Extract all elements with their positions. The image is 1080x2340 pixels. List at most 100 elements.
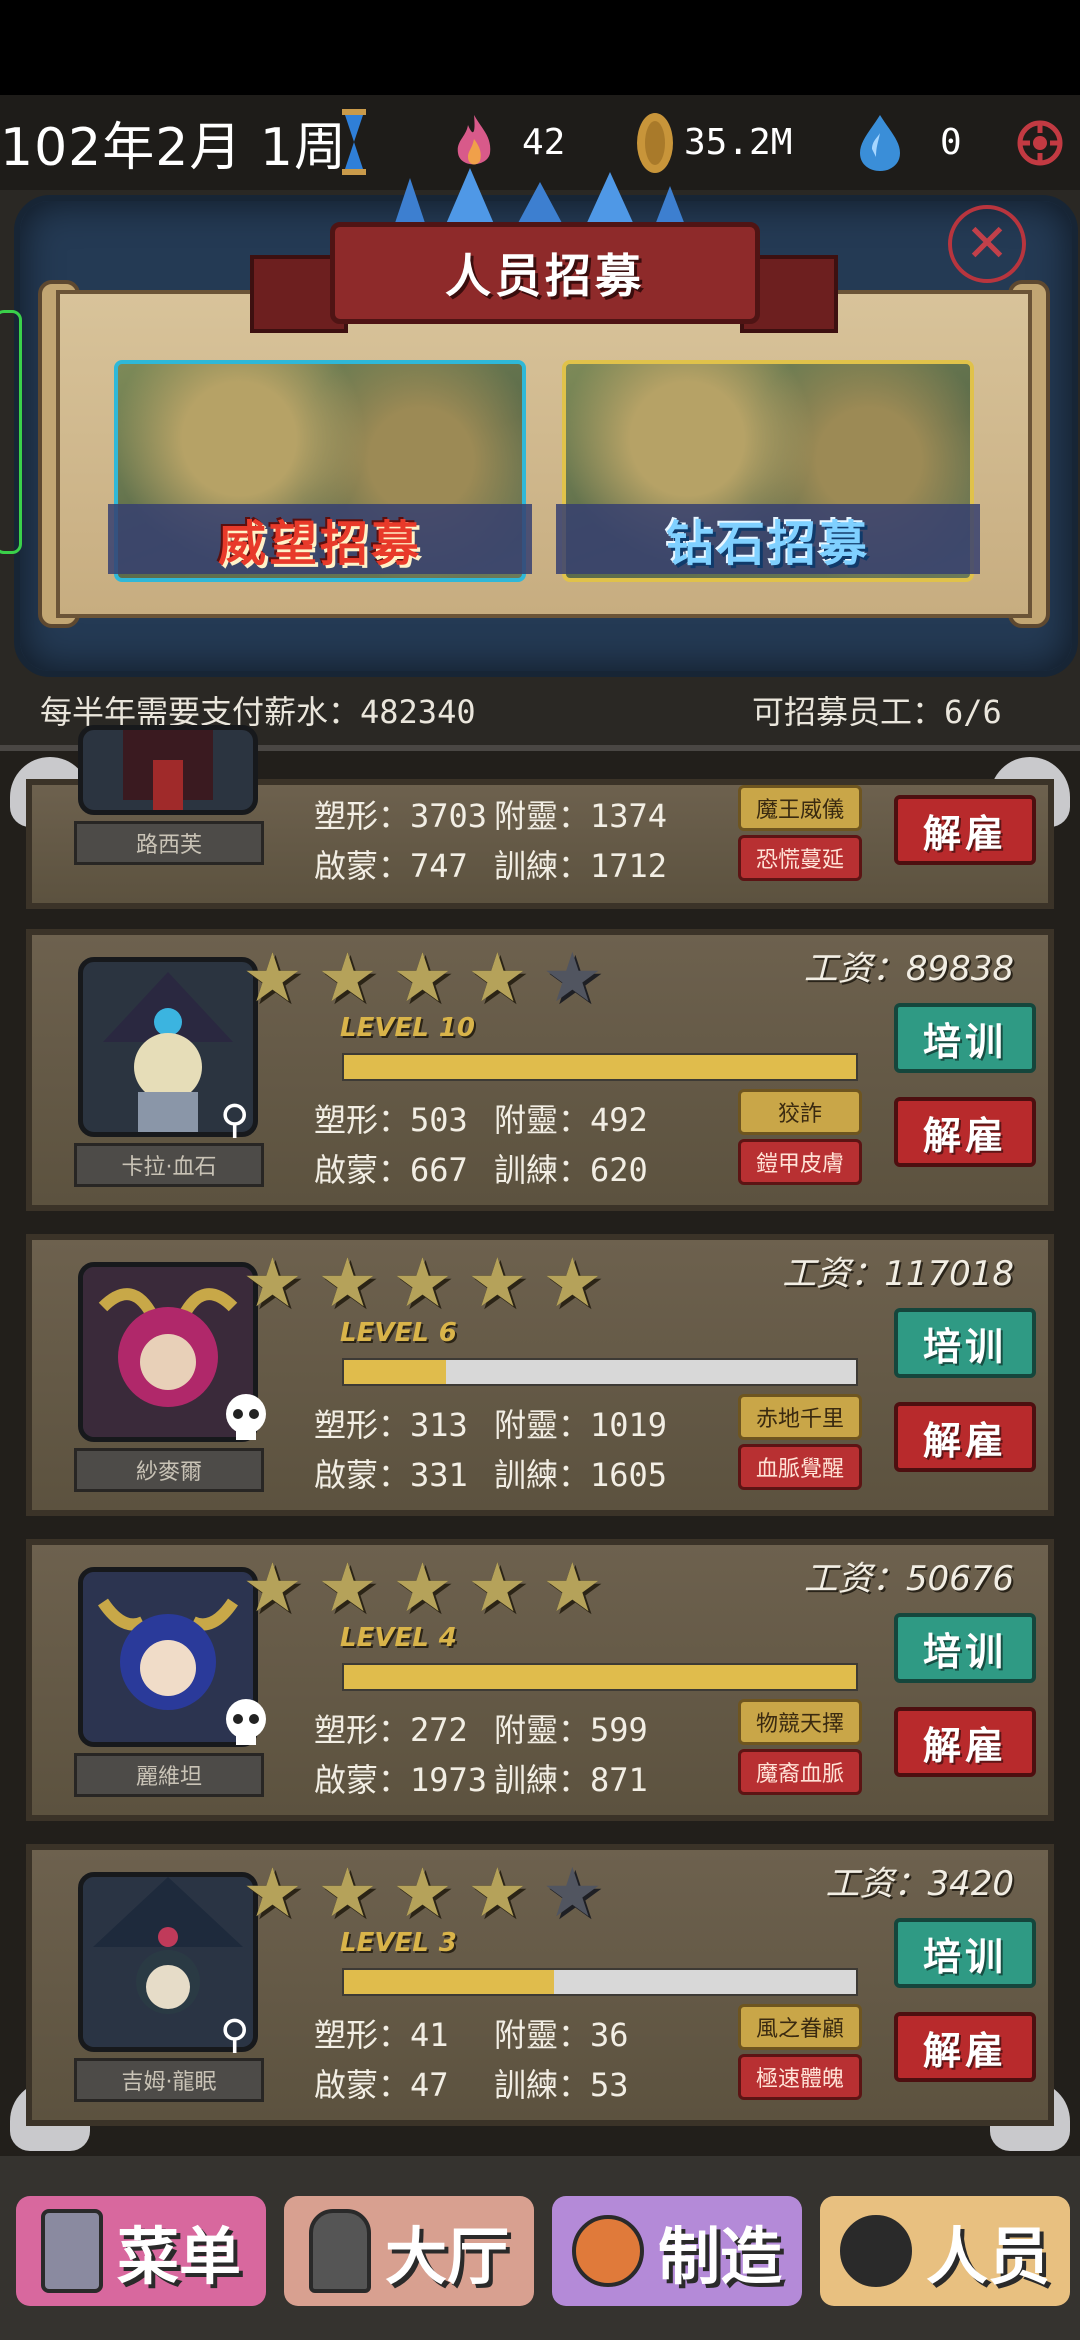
- book-icon: [40, 2209, 103, 2293]
- level-label: LEVEL 6: [340, 1318, 457, 1348]
- tab-menu-label: 菜单: [116, 2220, 241, 2293]
- star-filled-icon: ★: [316, 1549, 378, 1628]
- stat-attach: 附靈：1374: [494, 797, 668, 835]
- star-filled-icon: ★: [242, 1244, 303, 1323]
- fire-button[interactable]: 解雇: [894, 1707, 1036, 1777]
- staff-name: 吉姆·龍眠: [74, 2058, 264, 2102]
- train-button[interactable]: 培训: [894, 1308, 1036, 1378]
- tab-menu[interactable]: 菜单: [16, 2196, 266, 2306]
- coin-icon: [637, 112, 673, 173]
- level-number: 6: [438, 1318, 457, 1348]
- fire-button[interactable]: 解雇: [894, 2012, 1036, 2082]
- level-progress-fill: [344, 1360, 447, 1384]
- train-button[interactable]: 培训: [894, 1918, 1036, 1988]
- person-icon: [839, 2215, 912, 2287]
- trait-badge[interactable]: 血脈覺醒: [738, 1444, 862, 1490]
- stat-enlighten: 啟蒙：47: [314, 2066, 449, 2104]
- salary-text: 工资：3420: [825, 1864, 1014, 1904]
- trait-badge[interactable]: 物競天擇: [738, 1699, 862, 1745]
- trait-badge[interactable]: 赤地千里: [738, 1394, 862, 1440]
- tab-craft-label: 制造: [657, 2220, 782, 2293]
- trait-badge[interactable]: 鎧甲皮膚: [738, 1139, 862, 1185]
- tab-staff-label: 人员: [925, 2220, 1050, 2293]
- game-date: 102年2月 1周: [0, 118, 347, 178]
- fire-button[interactable]: 解雇: [894, 1402, 1036, 1472]
- star-rating: ★ ★ ★ ★ ★: [242, 1250, 603, 1318]
- diamond-recruit-label: 钻石招募: [556, 504, 980, 574]
- staff-name: 路西芙: [74, 821, 264, 865]
- level-label: LEVEL 10: [340, 1013, 475, 1043]
- stat-train: 訓練：53: [494, 2066, 629, 2104]
- stat-attach: 附靈：36: [494, 2016, 629, 2054]
- staff-row[interactable]: ⚲ 卡拉·血石 ★ ★ ★ ★ ★ LEVEL 10 塑形：503 附靈：492 啟蒙：6…: [26, 929, 1054, 1211]
- train-button[interactable]: 培训: [894, 1003, 1036, 1073]
- system-status-bar: [0, 0, 1080, 95]
- star-filled-icon: ★: [466, 939, 528, 1018]
- staff-row[interactable]: 紗麥爾 ★ ★ ★ ★ ★ LEVEL 6 塑形：313 附靈：1019 啟蒙：331 訓…: [26, 1234, 1054, 1516]
- fire-button[interactable]: 解雇: [894, 795, 1036, 865]
- side-tab[interactable]: [0, 310, 22, 554]
- magnifier-icon[interactable]: ⚲: [220, 2012, 249, 2058]
- recruit-title: 人员招募: [330, 222, 760, 324]
- salary-text: 工资：50676: [803, 1559, 1014, 1599]
- close-icon: ✕: [965, 214, 1009, 274]
- fire-button[interactable]: 解雇: [894, 1097, 1036, 1167]
- settings-gear-icon[interactable]: [1016, 119, 1064, 167]
- stat-train: 訓練：620: [494, 1151, 648, 1189]
- level-number: 4: [438, 1623, 457, 1653]
- tab-craft[interactable]: 制造: [552, 2196, 802, 2306]
- stat-shape: 塑形：41: [314, 2016, 449, 2054]
- level-text: LEVEL: [340, 1013, 429, 1043]
- diamond-recruit-card[interactable]: 钻石招募: [556, 360, 980, 582]
- capacity-info: 可招募员工：6/6: [752, 693, 1002, 731]
- stat-train: 訓練：1712: [494, 847, 668, 885]
- level-label: LEVEL 3: [340, 1928, 457, 1958]
- staff-avatar: [78, 725, 258, 815]
- level-progress-bar: [342, 1053, 858, 1081]
- door-icon: [308, 2209, 371, 2293]
- skull-icon[interactable]: [218, 1695, 274, 1751]
- level-text: LEVEL: [340, 1623, 429, 1653]
- staff-list[interactable]: 路西芙 塑形：3703 附靈：1374 啟蒙：747 訓練：1712 魔王威儀 …: [0, 725, 1080, 2162]
- star-filled-icon: ★: [316, 1854, 378, 1933]
- trait-badge[interactable]: 極速體魄: [738, 2054, 862, 2100]
- close-button[interactable]: ✕: [948, 205, 1026, 283]
- level-text: LEVEL: [340, 1928, 429, 1958]
- trait-badge[interactable]: 狡詐: [738, 1089, 862, 1135]
- level-progress-bar: [342, 1663, 858, 1691]
- flame-count: 42: [522, 122, 566, 163]
- water-drop-icon: [860, 114, 900, 171]
- star-filled-icon: ★: [466, 1549, 528, 1628]
- star-filled-icon: ★: [541, 1244, 603, 1323]
- stat-attach: 附靈：492: [494, 1101, 648, 1139]
- staff-row[interactable]: 麗維坦 ★ ★ ★ ★ ★ LEVEL 4 塑形：272 附靈：599 啟蒙：1973 訓…: [26, 1539, 1054, 1821]
- tab-hall[interactable]: 大厅: [284, 2196, 534, 2306]
- trait-badge[interactable]: 風之眷顧: [738, 2004, 862, 2050]
- hourglass-icon[interactable]: [340, 107, 368, 177]
- train-button[interactable]: 培训: [894, 1613, 1036, 1683]
- star-rating: ★ ★ ★ ★ ★: [242, 1555, 603, 1623]
- trait-badge[interactable]: 魔裔血脈: [738, 1749, 862, 1795]
- staff-name: 卡拉·血石: [74, 1143, 264, 1187]
- flame-icon: [457, 114, 491, 164]
- staff-name: 麗維坦: [74, 1753, 264, 1797]
- level-number: 3: [438, 1928, 457, 1958]
- level-progress-fill: [344, 1970, 554, 1994]
- trait-badge[interactable]: 魔王威儀: [738, 785, 862, 831]
- level-number: 10: [438, 1013, 475, 1043]
- tab-staff[interactable]: 人员: [820, 2196, 1070, 2306]
- trait-badge[interactable]: 恐慌蔓延: [738, 835, 862, 881]
- drop-count: 0: [940, 122, 962, 163]
- level-progress-fill: [344, 1665, 856, 1689]
- staff-row[interactable]: ⚲ 吉姆·龍眠 ★ ★ ★ ★ ★ LEVEL 3 塑形：41 附靈：36 啟蒙：47 訓…: [26, 1844, 1054, 2126]
- star-filled-icon: ★: [466, 1244, 528, 1323]
- stat-enlighten: 啟蒙：747: [314, 847, 468, 885]
- prestige-recruit-card[interactable]: 威望招募: [108, 360, 532, 582]
- star-filled-icon: ★: [541, 1549, 603, 1628]
- staff-row[interactable]: 路西芙 塑形：3703 附靈：1374 啟蒙：747 訓練：1712 魔王威儀 …: [26, 725, 1054, 909]
- star-rating: ★ ★ ★ ★ ★: [242, 945, 603, 1013]
- bottom-nav: 菜单 大厅 制造 人员: [0, 2156, 1080, 2340]
- skull-icon[interactable]: [218, 1390, 274, 1446]
- level-progress-fill: [344, 1055, 856, 1079]
- magnifier-icon[interactable]: ⚲: [220, 1097, 249, 1143]
